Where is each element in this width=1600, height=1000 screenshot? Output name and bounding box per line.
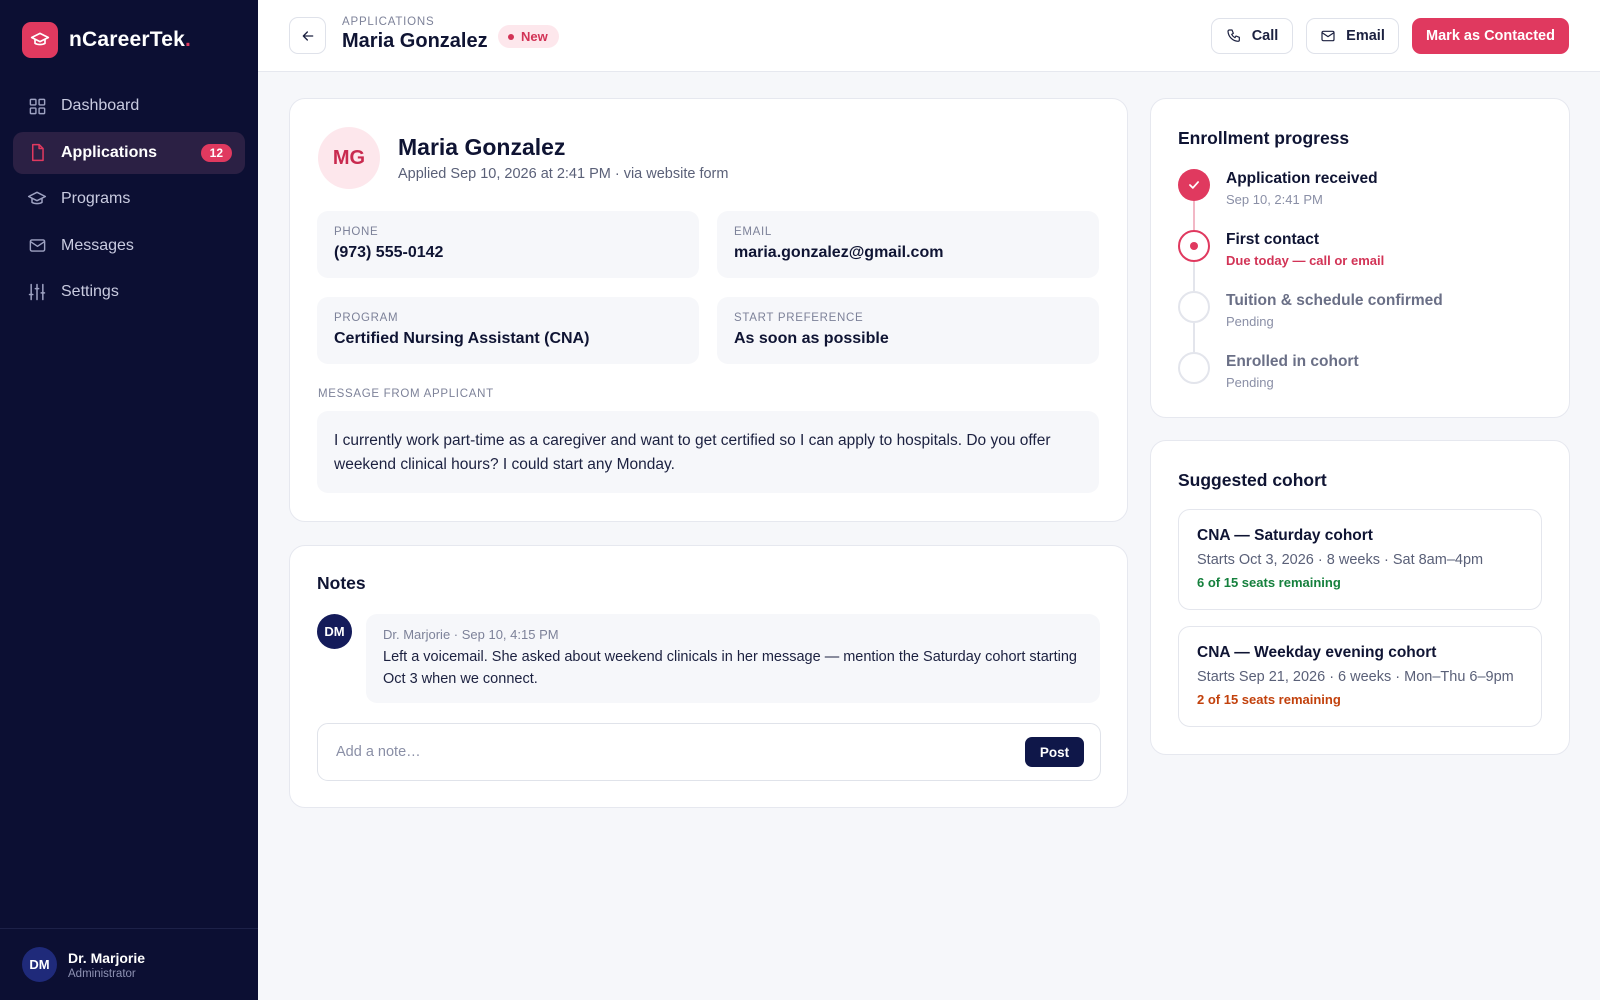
page-header: APPLICATIONS Maria Gonzalez New Call Ema… [258, 0, 1600, 72]
breadcrumb[interactable]: APPLICATIONS [342, 16, 434, 28]
add-note-box: Post [317, 723, 1101, 781]
note-meta: Dr. Marjorie · Sep 10, 4:15 PM [383, 627, 559, 642]
progress-title: Enrollment progress [1178, 128, 1350, 148]
check-icon [1178, 169, 1210, 201]
cohort-option-saturday[interactable]: CNA — Saturday cohort Starts Oct 3, 2026… [1178, 509, 1542, 610]
graduation-cap-logo-icon [22, 22, 58, 58]
progress-step: Tuition & schedule confirmed Pending [1178, 291, 1548, 352]
applications-count-badge: 12 [200, 143, 232, 162]
email-field: EMAIL maria.gonzalez@gmail.com [717, 211, 1099, 278]
sidebar-nav: Dashboard Applications 12 Programs Messa… [13, 85, 245, 318]
progress-steps: Application received Sep 10, 2:41 PM Fir… [1178, 169, 1548, 413]
notes-card: Notes DM Dr. Marjorie · Sep 10, 4:15 PM … [289, 545, 1128, 808]
sidebar-item-applications[interactable]: Applications 12 [13, 131, 245, 174]
applicant-name: Maria Gonzalez [398, 134, 566, 160]
sidebar-item-label: Applications [61, 143, 158, 161]
sidebar-item-label: Dashboard [61, 97, 140, 114]
message-label: MESSAGE FROM APPLICANT [318, 388, 494, 400]
pending-step-icon [1178, 352, 1210, 384]
enrollment-progress-card: Enrollment progress Application received… [1150, 98, 1570, 418]
phone-field: PHONE (973) 555-0142 [317, 211, 699, 278]
pending-step-icon [1178, 291, 1210, 323]
sidebar-item-label: Settings [61, 283, 119, 300]
page-title: Maria Gonzalez [342, 30, 488, 52]
add-note-input[interactable] [319, 725, 999, 779]
sidebar: nCareerTek. Dashboard Applications 12 Pr… [0, 0, 258, 1000]
grid-icon [27, 96, 47, 116]
applicant-avatar: MG [318, 127, 380, 189]
program-value: Certified Nursing Assistant (CNA) [334, 330, 590, 347]
notes-title: Notes [317, 573, 366, 593]
sidebar-item-programs[interactable]: Programs [13, 178, 245, 220]
start-preference-value: As soon as possible [734, 330, 889, 347]
start-preference-field: START PREFERENCE As soon as possible [717, 297, 1099, 364]
note-item: DM Dr. Marjorie · Sep 10, 4:15 PM Left a… [317, 614, 1101, 703]
step-connector [1193, 262, 1195, 291]
suggested-cohort-card: Suggested cohort CNA — Saturday cohort S… [1150, 440, 1570, 755]
seats-remaining: 6 of 15 seats remaining [1197, 575, 1341, 590]
avatar: DM [22, 947, 57, 982]
phone-icon [1227, 29, 1240, 42]
email-value[interactable]: maria.gonzalez@gmail.com [734, 244, 1082, 262]
mail-icon [27, 236, 47, 256]
brand-name: nCareerTek. [69, 28, 192, 51]
status-dot-icon [508, 33, 514, 40]
current-step-icon [1178, 230, 1210, 262]
note-text: Left a voicemail. She asked about weeken… [383, 649, 1077, 687]
applicant-profile-card: MG Maria Gonzalez Applied Sep 10, 2026 a… [289, 98, 1128, 522]
program-field: PROGRAM Certified Nursing Assistant (CNA… [317, 297, 699, 364]
file-icon [27, 143, 47, 163]
note-author-avatar: DM [317, 614, 352, 649]
cohort-title: Suggested cohort [1178, 470, 1327, 490]
sidebar-item-label: Messages [61, 236, 134, 254]
progress-step: Enrolled in cohort Pending [1178, 352, 1548, 413]
sidebar-item-messages[interactable]: Messages [13, 225, 245, 267]
step-connector [1193, 323, 1195, 352]
call-button[interactable]: Call [1211, 18, 1293, 54]
phone-value[interactable]: (973) 555-0142 [334, 244, 682, 262]
seats-remaining: 2 of 15 seats remaining [1197, 692, 1341, 707]
sidebar-item-label: Programs [61, 190, 131, 207]
arrow-left-icon [302, 30, 313, 41]
step-connector [1193, 201, 1195, 230]
note-bubble: Dr. Marjorie · Sep 10, 4:15 PM Left a vo… [366, 614, 1100, 703]
post-note-button[interactable]: Post [1025, 737, 1084, 767]
sidebar-item-dashboard[interactable]: Dashboard [13, 85, 245, 127]
user-name: Dr. Marjorie [68, 949, 146, 966]
applied-meta: Applied Sep 10, 2026 at 2:41 PM · via we… [398, 166, 729, 182]
profile-header: MG Maria Gonzalez Applied Sep 10, 2026 a… [318, 127, 728, 189]
current-user[interactable]: DM Dr. Marjorie Administrator [0, 928, 258, 1000]
sliders-icon [27, 282, 47, 302]
graduation-cap-icon [27, 189, 47, 209]
user-role: Administrator [68, 967, 136, 980]
brand[interactable]: nCareerTek. [22, 22, 191, 58]
email-button[interactable]: Email [1306, 18, 1399, 54]
mark-as-contacted-button[interactable]: Mark as Contacted [1412, 18, 1569, 54]
cohort-option-weekday-evening[interactable]: CNA — Weekday evening cohort Starts Sep … [1178, 626, 1542, 727]
back-button[interactable] [289, 17, 326, 54]
status-badge: New [498, 25, 559, 48]
progress-step: Application received Sep 10, 2:41 PM [1178, 169, 1548, 230]
sidebar-item-settings[interactable]: Settings [13, 271, 245, 313]
mail-icon [1321, 30, 1335, 42]
progress-step: First contact Due today — call or email [1178, 230, 1548, 291]
applicant-message: I currently work part-time as a caregive… [317, 411, 1099, 493]
